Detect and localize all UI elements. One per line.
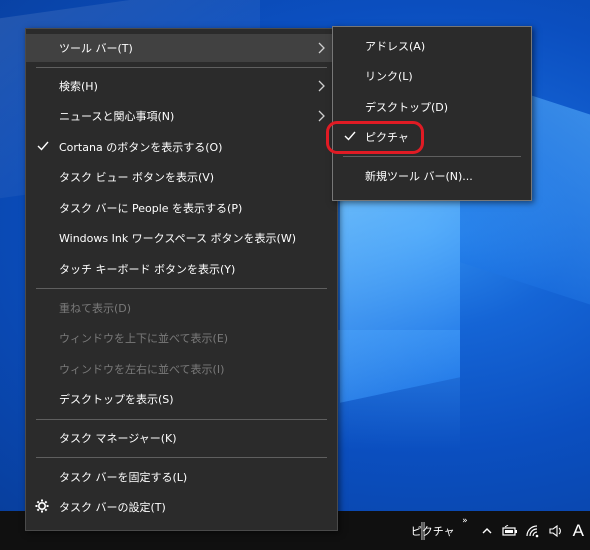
menu-item-search[interactable]: 検索(H) bbox=[26, 72, 337, 100]
menu-item-label: タスク バーの設定(T) bbox=[59, 501, 166, 514]
menu-item-label: デスクトップを表示(S) bbox=[59, 393, 174, 406]
wifi-icon[interactable] bbox=[525, 523, 541, 539]
menu-separator bbox=[36, 457, 327, 458]
pictures-toolbar-label: ピクチャ bbox=[410, 524, 455, 538]
menu-item-label: Windows Ink ワークスペース ボタンを表示(W) bbox=[59, 232, 296, 245]
highlight-ring bbox=[326, 121, 424, 154]
submenu-item-address[interactable]: アドレス(A) bbox=[333, 32, 531, 60]
menu-separator bbox=[343, 156, 521, 157]
menu-item-windows-ink[interactable]: Windows Ink ワークスペース ボタンを表示(W) bbox=[26, 224, 337, 252]
submenu-item-links[interactable]: リンク(L) bbox=[333, 62, 531, 90]
menu-item-label: ツール バー(T) bbox=[59, 42, 133, 55]
menu-item-label: タスク ビュー ボタンを表示(V) bbox=[59, 171, 215, 184]
menu-item-task-view[interactable]: タスク ビュー ボタンを表示(V) bbox=[26, 163, 337, 191]
menu-item-side-by-side: ウィンドウを左右に並べて表示(I) bbox=[26, 355, 337, 383]
chevron-right-icon bbox=[318, 110, 325, 122]
menu-item-taskbar-settings[interactable]: タスク バーの設定(T) bbox=[26, 493, 337, 521]
check-icon bbox=[37, 141, 49, 151]
menu-item-stacked: ウィンドウを上下に並べて表示(E) bbox=[26, 324, 337, 352]
menu-item-toolbars[interactable]: ツール バー(T) bbox=[26, 34, 337, 62]
menu-item-label: アドレス(A) bbox=[365, 40, 426, 53]
menu-separator bbox=[36, 67, 327, 68]
menu-item-label: リンク(L) bbox=[365, 70, 413, 83]
chevron-right-icon bbox=[318, 42, 325, 54]
menu-item-label: 重ねて表示(D) bbox=[59, 302, 132, 315]
menu-item-news-interests[interactable]: ニュースと関心事項(N) bbox=[26, 102, 337, 130]
menu-item-label: タスク バーを固定する(L) bbox=[59, 471, 188, 484]
notification-area: ピクチャ » A bbox=[411, 511, 590, 550]
menu-item-people[interactable]: タスク バーに People を表示する(P) bbox=[26, 194, 337, 222]
menu-item-cortana[interactable]: Cortana のボタンを表示する(O) bbox=[26, 133, 337, 161]
ime-mode-indicator[interactable]: A bbox=[573, 521, 584, 541]
menu-item-lock-taskbar[interactable]: タスク バーを固定する(L) bbox=[26, 463, 337, 491]
taskbar-context-menu: ツール バー(T) 検索(H) ニュースと関心事項(N) Cortana のボタ… bbox=[25, 28, 338, 531]
pictures-toolbar[interactable]: ピクチャ » bbox=[410, 516, 468, 539]
menu-separator bbox=[36, 288, 327, 289]
battery-icon[interactable] bbox=[502, 523, 518, 539]
menu-item-label: Cortana のボタンを表示する(O) bbox=[59, 141, 223, 154]
menu-item-label: 新規ツール バー(N)... bbox=[365, 170, 473, 183]
speaker-icon[interactable] bbox=[548, 523, 564, 539]
menu-item-label: デスクトップ(D) bbox=[365, 101, 449, 114]
menu-separator bbox=[36, 419, 327, 420]
chevron-right-icon bbox=[318, 80, 325, 92]
menu-item-label: ウィンドウを左右に並べて表示(I) bbox=[59, 363, 225, 376]
toolbars-submenu: アドレス(A) リンク(L) デスクトップ(D) ピクチャ 新規ツール バー(N… bbox=[332, 26, 532, 201]
chevron-up-icon[interactable] bbox=[479, 523, 495, 539]
menu-item-label: タスク バーに People を表示する(P) bbox=[59, 202, 243, 215]
menu-item-label: ニュースと関心事項(N) bbox=[59, 110, 175, 123]
menu-item-label: 検索(H) bbox=[59, 80, 98, 93]
submenu-item-new-toolbar[interactable]: 新規ツール バー(N)... bbox=[333, 162, 531, 190]
menu-item-label: タスク マネージャー(K) bbox=[59, 432, 177, 445]
menu-item-task-manager[interactable]: タスク マネージャー(K) bbox=[26, 424, 337, 452]
menu-item-cascade: 重ねて表示(D) bbox=[26, 294, 337, 322]
menu-item-label: タッチ キーボード ボタンを表示(Y) bbox=[59, 263, 236, 276]
menu-item-touch-keyboard[interactable]: タッチ キーボード ボタンを表示(Y) bbox=[26, 255, 337, 283]
gear-icon bbox=[35, 499, 49, 513]
toolbar-overflow-icon[interactable]: » bbox=[462, 516, 468, 526]
menu-item-label: ウィンドウを上下に並べて表示(E) bbox=[59, 332, 229, 345]
menu-item-show-desktop[interactable]: デスクトップを表示(S) bbox=[26, 385, 337, 413]
submenu-item-desktop[interactable]: デスクトップ(D) bbox=[333, 93, 531, 121]
